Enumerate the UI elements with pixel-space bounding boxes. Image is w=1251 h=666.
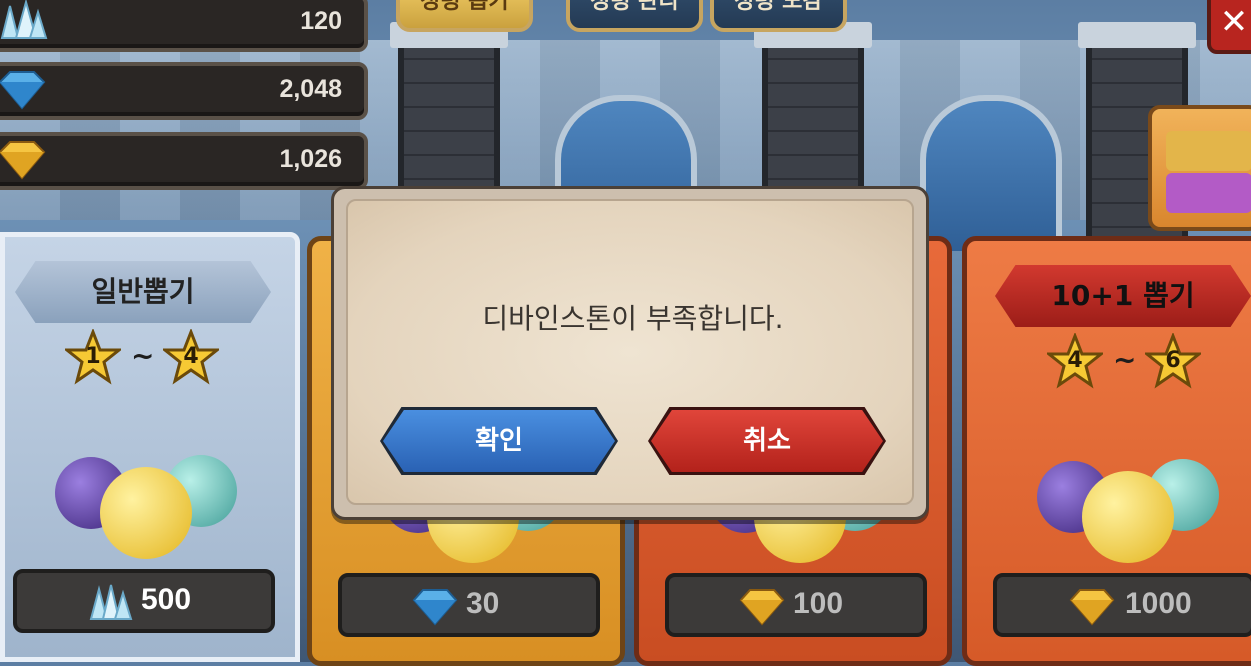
currency-gold-gem: 1,026 [0, 132, 368, 190]
currency-crystal: 120 [0, 0, 368, 52]
tab-spirit-summon[interactable]: 정령 뽑기 [396, 0, 533, 32]
close-icon: ✕ [1219, 2, 1249, 42]
orb-cluster [1027, 441, 1227, 563]
ticket-button[interactable] [1148, 105, 1251, 231]
dialog-message: 디바인스톤이 부족합니다. [482, 302, 784, 335]
close-button[interactable]: ✕ [1207, 0, 1251, 54]
crystal-icon [89, 584, 133, 620]
castle-arch [920, 95, 1062, 251]
tab-spirit-manage[interactable]: 정령 관리 [566, 0, 703, 32]
star-min: 1 [85, 344, 101, 369]
confirm-button[interactable]: 확인 [383, 410, 615, 472]
orb-cluster [45, 437, 245, 559]
currency-diamond: 2,048 [0, 62, 368, 120]
insufficient-currency-dialog: 디바인스톤이 부족합니다. 확인 취소 [331, 186, 929, 520]
gacha-card-ten-plus-one[interactable]: 10+1 뽑기 4 ~ 6 1000 [962, 236, 1251, 666]
price-value: 1000 [1125, 587, 1192, 620]
star-min: 4 [1067, 348, 1083, 373]
orb-icon [100, 467, 192, 559]
star-range: 4 ~ 6 [1047, 333, 1207, 393]
diamond-icon [412, 589, 458, 626]
price-value: 500 [141, 583, 192, 616]
cancel-button[interactable]: 취소 [651, 410, 883, 472]
ticket-icon [1166, 131, 1251, 171]
star-max: 6 [1165, 348, 1181, 373]
price-box: 500 [13, 569, 275, 633]
star-max: 4 [183, 344, 199, 369]
gold-gem-icon [739, 589, 785, 626]
tilde: ~ [1113, 343, 1137, 376]
ticket-icon [1166, 173, 1251, 213]
price-box: 1000 [993, 573, 1251, 637]
crystal-icon [0, 0, 48, 39]
tilde: ~ [131, 339, 155, 372]
gold-gem-icon [0, 141, 46, 180]
diamond-icon [0, 71, 46, 110]
gold-gem-icon [1069, 589, 1115, 626]
currency-value: 120 [300, 7, 342, 35]
card-title: 10+1 뽑기 [995, 265, 1251, 327]
price-box: 100 [665, 573, 927, 637]
card-title: 일반뽑기 [15, 261, 271, 323]
currency-value: 1,026 [279, 145, 342, 173]
star-range: 1 ~ 4 [65, 329, 225, 389]
price-value: 30 [466, 587, 500, 620]
currency-value: 2,048 [279, 75, 342, 103]
gacha-card-normal[interactable]: 일반뽑기 1 ~ 4 500 [0, 232, 300, 662]
tab-spirit-codex[interactable]: 정령 도감 [710, 0, 847, 32]
price-value: 100 [793, 587, 844, 620]
price-box: 30 [338, 573, 600, 637]
